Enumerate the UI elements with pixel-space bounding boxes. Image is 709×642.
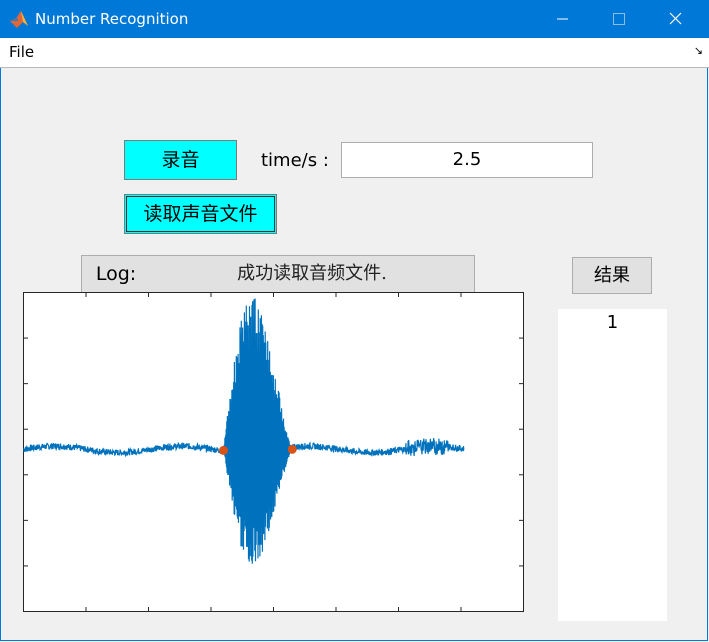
minimize-button[interactable] [539,0,585,38]
minimize-icon [557,18,568,20]
time-label: time/s : [261,150,329,171]
log-label: Log: [81,255,151,293]
waveform-plot[interactable] [23,292,524,612]
time-input[interactable]: 2.5 [341,142,593,178]
menu-bar: File ↘ [0,38,709,68]
toolbar-toggle-icon[interactable]: ↘ [694,44,703,57]
read-sound-file-button[interactable]: 读取声音文件 [124,194,277,234]
segment-marker-2 [287,444,297,454]
record-button[interactable]: 录音 [124,140,237,180]
maximize-icon [613,13,625,25]
log-message: 成功读取音频文件. [150,255,475,293]
segment-marker-1 [219,445,228,455]
menu-file[interactable]: File [9,43,34,61]
result-value: 1 [606,312,619,333]
result-listbox[interactable]: 1 [558,309,667,621]
result-button[interactable]: 结果 [572,257,652,294]
close-icon [669,12,682,25]
maximize-button[interactable] [596,0,642,38]
close-button[interactable] [652,0,698,38]
title-bar: Number Recognition [0,0,709,38]
window-title: Number Recognition [35,10,189,28]
matlab-icon [10,11,28,28]
